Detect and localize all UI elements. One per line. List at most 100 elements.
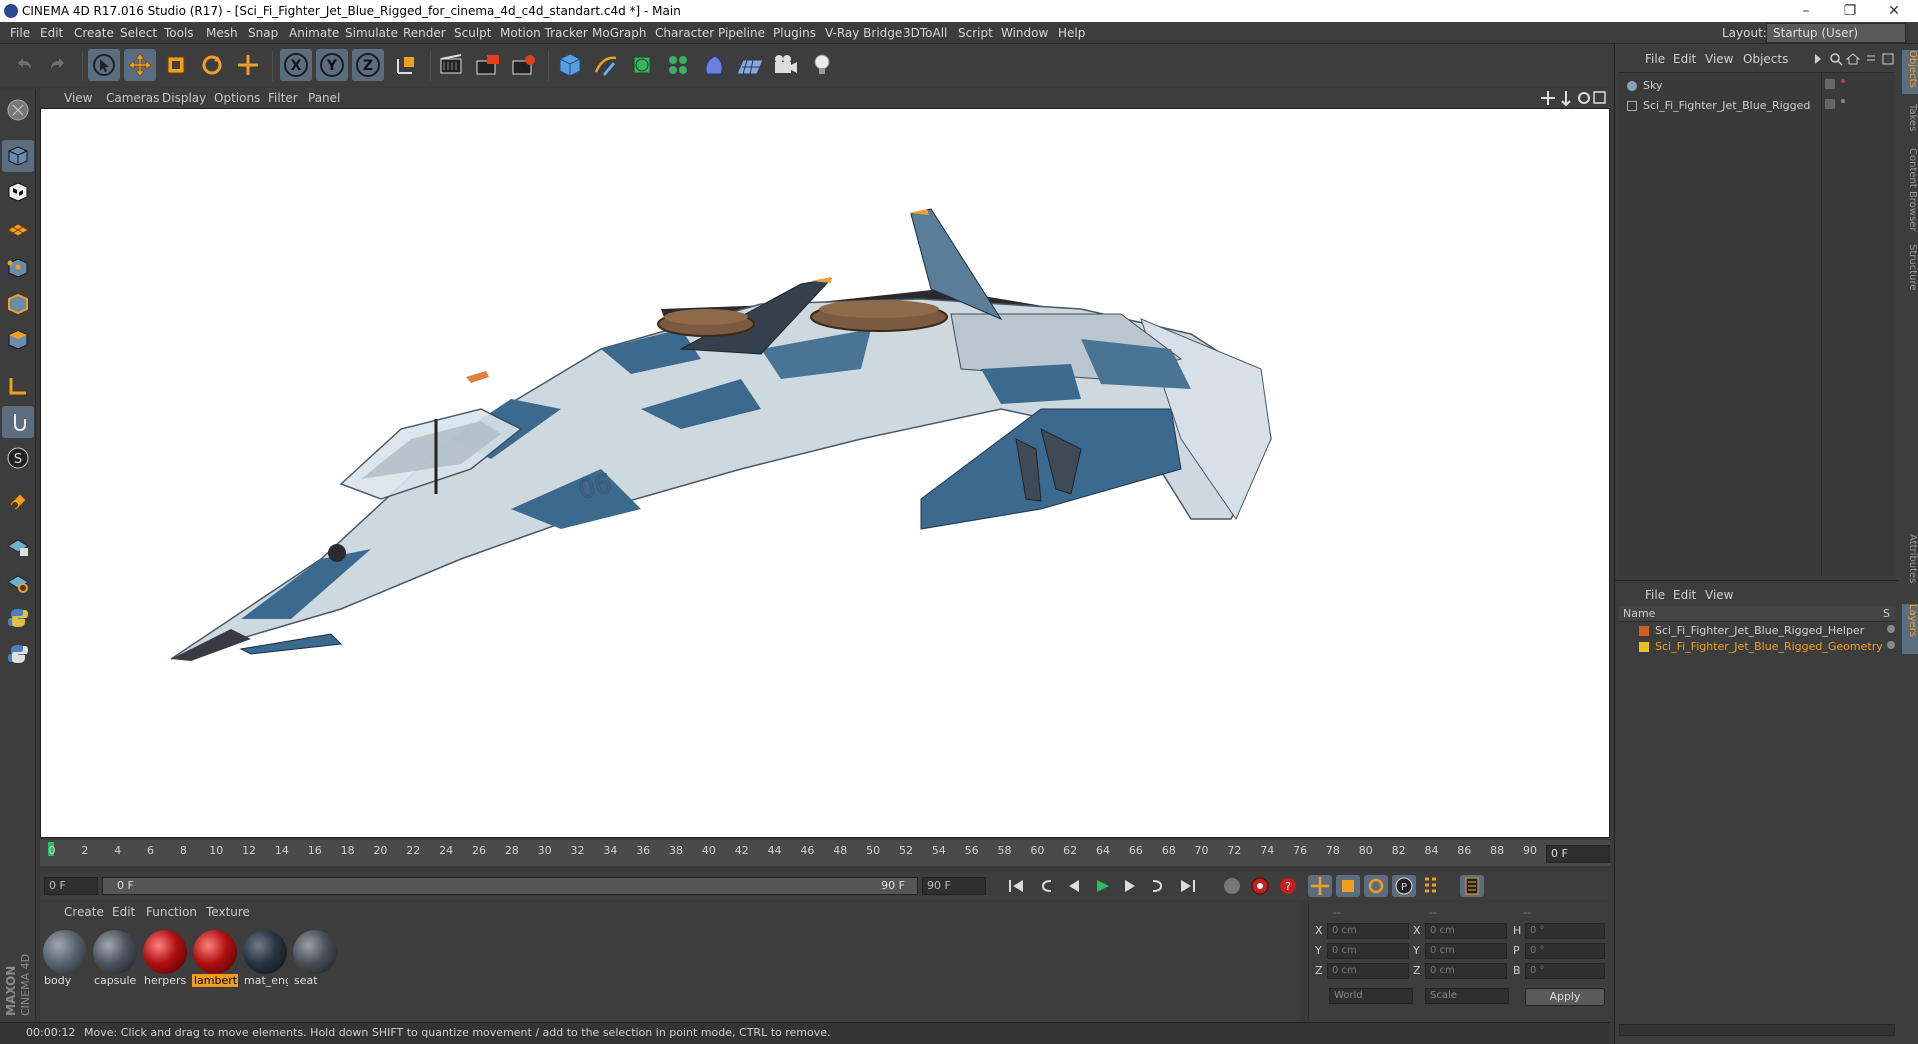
menu-mesh[interactable]: Mesh bbox=[206, 22, 238, 44]
workplane-mode-icon[interactable] bbox=[2, 212, 34, 244]
menu-motion-tracker[interactable]: Motion Tracker bbox=[500, 22, 588, 44]
camera-icon[interactable] bbox=[770, 49, 802, 81]
menu-help[interactable]: Help bbox=[1058, 22, 1085, 44]
objects-menu-view[interactable]: View bbox=[1705, 52, 1733, 66]
position-y-field[interactable]: 0 cm bbox=[1327, 943, 1409, 959]
edit-render-settings-icon[interactable] bbox=[508, 49, 540, 81]
play-forward-icon[interactable] bbox=[1090, 875, 1114, 897]
python-icon[interactable] bbox=[2, 602, 34, 634]
move-icon[interactable] bbox=[124, 49, 156, 81]
restore-button[interactable]: ❐ bbox=[1830, 0, 1870, 22]
workplane-lock-icon[interactable] bbox=[2, 530, 34, 562]
position-z-field[interactable]: 0 cm bbox=[1327, 963, 1409, 979]
start-frame-field[interactable]: 0 F bbox=[44, 877, 98, 895]
menu-snap[interactable]: Snap bbox=[248, 22, 278, 44]
menu-pipeline[interactable]: Pipeline bbox=[718, 22, 765, 44]
material-swatch[interactable]: lambert bbox=[192, 928, 238, 992]
menu-character[interactable]: Character bbox=[655, 22, 714, 44]
layer-row-helper[interactable]: Sci_Fi_Fighter_Jet_Blue_Rigged_Helper bbox=[1639, 624, 1864, 637]
close-button[interactable]: ✕ bbox=[1874, 0, 1914, 22]
axis-mode-icon[interactable] bbox=[2, 370, 34, 402]
layer-solo-dot[interactable] bbox=[1887, 641, 1895, 649]
visibility-dot[interactable] bbox=[1841, 99, 1845, 103]
menu-vray-bridge[interactable]: V-Ray Bridge bbox=[825, 22, 902, 44]
objects-menu-objects[interactable]: Objects bbox=[1743, 52, 1788, 66]
material-swatch[interactable]: capsule bbox=[92, 928, 138, 992]
layer-solo-dot[interactable] bbox=[1887, 625, 1895, 633]
menu-create[interactable]: Create bbox=[74, 22, 114, 44]
z-axis-icon[interactable]: Z bbox=[352, 49, 384, 81]
key-scale-icon[interactable] bbox=[1336, 875, 1360, 897]
make-editable-icon[interactable] bbox=[2, 94, 34, 126]
viewport-menu-cameras[interactable]: Cameras bbox=[106, 88, 159, 108]
key-parameter-icon[interactable]: P bbox=[1392, 875, 1416, 897]
viewport-menu-filter[interactable]: Filter bbox=[268, 88, 298, 108]
viewport-menu-display[interactable]: Display bbox=[162, 88, 206, 108]
rotation-p-field[interactable]: 0 ° bbox=[1525, 943, 1605, 959]
menu-mograph[interactable]: MoGraph bbox=[592, 22, 647, 44]
live-select-icon[interactable] bbox=[88, 49, 120, 81]
menu-script[interactable]: Script bbox=[958, 22, 993, 44]
material-swatch[interactable]: body bbox=[42, 928, 88, 992]
material-swatch[interactable]: herpers bbox=[142, 928, 188, 992]
perspective-viewport[interactable]: 06 bbox=[40, 108, 1610, 838]
material-menu-create[interactable]: Create bbox=[64, 902, 104, 922]
keyframe-selection-icon[interactable]: ? bbox=[1276, 875, 1300, 897]
undo-icon[interactable] bbox=[8, 49, 40, 81]
x-axis-icon[interactable]: X bbox=[280, 49, 312, 81]
objects-menu-file[interactable]: File bbox=[1645, 52, 1665, 66]
viewport-menu-view[interactable]: View bbox=[64, 88, 92, 108]
deformer-icon[interactable] bbox=[698, 49, 730, 81]
layers-menu-edit[interactable]: Edit bbox=[1673, 588, 1696, 602]
side-tab-content-browser[interactable]: Content Browser bbox=[1902, 148, 1918, 238]
visibility-dot[interactable] bbox=[1841, 79, 1845, 83]
next-keyframe-icon[interactable] bbox=[1146, 875, 1170, 897]
key-pla-icon[interactable] bbox=[1420, 875, 1444, 897]
edges-mode-icon[interactable] bbox=[2, 288, 34, 320]
render-view-icon[interactable] bbox=[436, 49, 468, 81]
minimize-button[interactable]: – bbox=[1786, 0, 1826, 22]
material-swatch[interactable]: seat bbox=[292, 928, 338, 992]
solo-mode-icon[interactable]: S bbox=[2, 442, 34, 474]
layout-select[interactable]: Startup (User) bbox=[1766, 23, 1906, 43]
viewport-menu-panel[interactable]: Panel bbox=[308, 88, 340, 108]
menu-file[interactable]: File bbox=[10, 22, 30, 44]
layers-menu-view[interactable]: View bbox=[1705, 588, 1733, 602]
size-x-field[interactable]: 0 cm bbox=[1425, 923, 1507, 939]
size-mode-select[interactable]: Scale bbox=[1425, 988, 1509, 1004]
cube-icon[interactable] bbox=[554, 49, 586, 81]
texture-mode-icon[interactable] bbox=[2, 176, 34, 208]
previous-frame-icon[interactable] bbox=[1062, 875, 1086, 897]
tweak-mode-icon[interactable] bbox=[2, 406, 34, 438]
coordinate-space-select[interactable]: World bbox=[1329, 988, 1413, 1004]
side-tab-objects[interactable]: Objects bbox=[1902, 50, 1918, 94]
object-row-sky[interactable]: Sky bbox=[1627, 79, 1662, 92]
menu-animate[interactable]: Animate bbox=[289, 22, 339, 44]
size-z-field[interactable]: 0 cm bbox=[1425, 963, 1507, 979]
side-tab-attributes[interactable]: Attributes bbox=[1902, 534, 1918, 600]
key-position-icon[interactable] bbox=[1308, 875, 1332, 897]
python-script-icon[interactable] bbox=[2, 638, 34, 670]
cloner-icon[interactable] bbox=[662, 49, 694, 81]
model-mode-icon[interactable] bbox=[2, 140, 34, 172]
viewport-nav-icons[interactable] bbox=[1540, 90, 1606, 107]
floor-icon[interactable] bbox=[734, 49, 766, 81]
position-x-field[interactable]: 0 cm bbox=[1327, 923, 1409, 939]
next-frame-icon[interactable] bbox=[1118, 875, 1142, 897]
layers-menu-file[interactable]: File bbox=[1645, 588, 1665, 602]
layer-scrollbar[interactable] bbox=[1619, 1024, 1895, 1036]
rotation-h-field[interactable]: 0 ° bbox=[1525, 923, 1605, 939]
autokeying-icon[interactable] bbox=[1248, 875, 1272, 897]
objects-toolbar-icons[interactable] bbox=[1813, 52, 1897, 66]
go-to-start-icon[interactable] bbox=[1004, 875, 1028, 897]
layer-tag-icon[interactable] bbox=[1825, 79, 1835, 89]
subdivision-icon[interactable] bbox=[626, 49, 658, 81]
record-active-icon[interactable] bbox=[1220, 875, 1244, 897]
menu-sculpt[interactable]: Sculpt bbox=[454, 22, 491, 44]
size-y-field[interactable]: 0 cm bbox=[1425, 943, 1507, 959]
polygons-mode-icon[interactable] bbox=[2, 324, 34, 356]
previous-keyframe-icon[interactable] bbox=[1034, 875, 1058, 897]
apply-button[interactable]: Apply bbox=[1525, 988, 1605, 1006]
last-tool-icon[interactable] bbox=[232, 49, 264, 81]
scale-icon[interactable] bbox=[160, 49, 192, 81]
